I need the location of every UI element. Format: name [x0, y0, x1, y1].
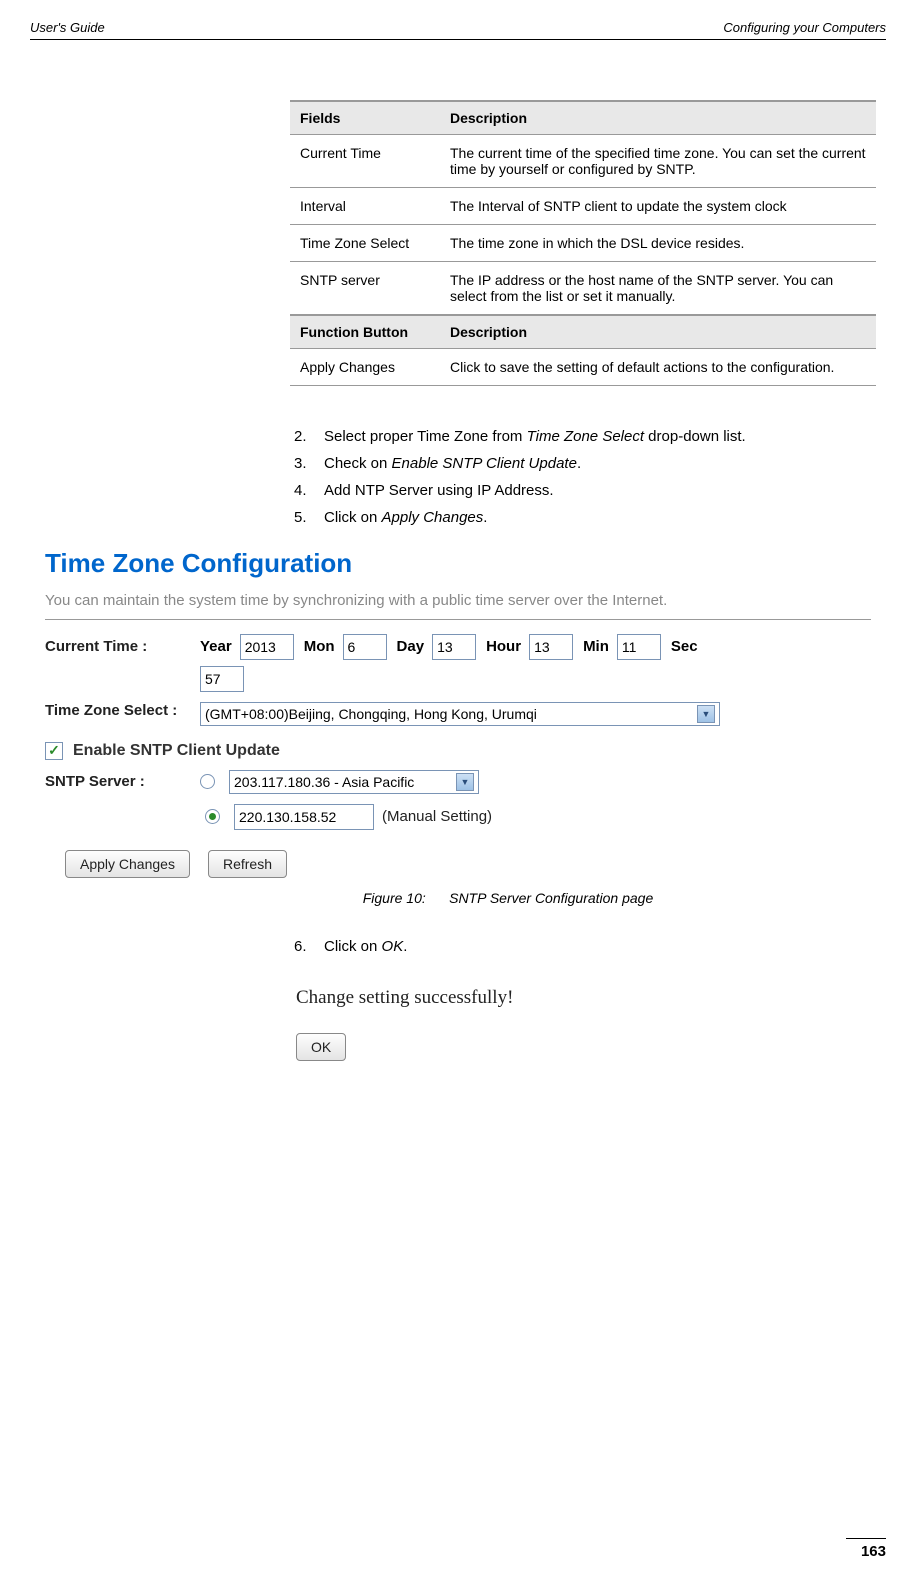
cell-field: Interval [290, 188, 440, 225]
ok-button[interactable]: OK [296, 1033, 346, 1061]
refresh-button[interactable]: Refresh [208, 850, 287, 878]
step-text: Select proper Time Zone from Time Zone S… [324, 426, 746, 447]
chevron-down-icon: ▼ [697, 705, 715, 723]
config-desc: You can maintain the system time by sync… [45, 591, 871, 611]
table-row: Apply Changes Click to save the setting … [290, 349, 876, 386]
sntp-server-select[interactable]: 203.117.180.36 - Asia Pacific ▼ [229, 770, 479, 794]
step-pre: Click on [324, 938, 382, 955]
config-title: Time Zone Configuration [45, 548, 871, 579]
step-6: 6. Click on OK. [290, 936, 876, 957]
page-header: User's Guide Configuring your Computers [30, 20, 886, 40]
steps-list: 2. Select proper Time Zone from Time Zon… [290, 426, 876, 528]
step-3: 3. Check on Enable SNTP Client Update. [290, 453, 876, 474]
header-left: User's Guide [30, 20, 105, 35]
step-em: OK [382, 938, 404, 955]
th-fields: Fields [290, 101, 440, 135]
step-pre: Check on [324, 455, 392, 472]
figure-text: SNTP Server Configuration page [449, 890, 653, 906]
step-pre: Click on [324, 509, 382, 526]
cell-desc: The time zone in which the DSL device re… [440, 225, 876, 262]
step-post: . [577, 455, 581, 472]
mon-label: Mon [304, 638, 335, 655]
step-2: 2. Select proper Time Zone from Time Zon… [290, 426, 876, 447]
step-post: . [403, 938, 407, 955]
step-em: Enable SNTP Client Update [392, 455, 577, 472]
timezone-value: (GMT+08:00)Beijing, Chongqing, Hong Kong… [205, 706, 537, 722]
day-input[interactable] [432, 634, 476, 660]
sntp-manual-row: (Manual Setting) [205, 804, 871, 830]
success-message: Change setting successfully! [296, 987, 876, 1009]
table-row: SNTP server The IP address or the host n… [290, 262, 876, 316]
sntp-manual-input[interactable] [234, 804, 374, 830]
step-post: drop-down list. [644, 428, 746, 445]
header-right: Configuring your Computers [723, 20, 886, 35]
min-label: Min [583, 638, 609, 655]
cell-field: Current Time [290, 135, 440, 188]
button-row: Apply Changes Refresh [65, 850, 871, 878]
step-post: . [483, 509, 487, 526]
config-screenshot: Time Zone Configuration You can maintain… [30, 538, 886, 916]
sntp-server-label: SNTP Server : [45, 773, 200, 791]
sntp-server-row: SNTP Server : 203.117.180.36 - Asia Paci… [45, 770, 871, 794]
step-num: 2. [290, 426, 324, 447]
cell-desc: Click to save the setting of default act… [440, 349, 876, 386]
step-5: 5. Click on Apply Changes. [290, 507, 876, 528]
day-label: Day [397, 638, 425, 655]
figure-label: Figure 10: [363, 890, 426, 906]
timezone-label: Time Zone Select : [45, 702, 200, 720]
step-em: Time Zone Select [527, 428, 644, 445]
fields-table: Fields Description Current Time The curr… [290, 100, 876, 386]
min-input[interactable] [617, 634, 661, 660]
hour-label: Hour [486, 638, 521, 655]
step-text: Check on Enable SNTP Client Update. [324, 453, 581, 474]
timezone-row: Time Zone Select : (GMT+08:00)Beijing, C… [45, 702, 871, 726]
enable-sntp-row[interactable]: ✓ Enable SNTP Client Update [45, 742, 871, 760]
table-row: Time Zone Select The time zone in which … [290, 225, 876, 262]
cell-field: SNTP server [290, 262, 440, 316]
ok-section: Change setting successfully! OK [296, 987, 876, 1061]
step-text: Add NTP Server using IP Address. [324, 480, 554, 501]
chevron-down-icon: ▼ [456, 773, 474, 791]
year-input[interactable] [240, 634, 294, 660]
cell-desc: The current time of the specified time z… [440, 135, 876, 188]
radio-list[interactable] [200, 774, 215, 789]
step-num: 6. [290, 936, 324, 957]
mon-input[interactable] [343, 634, 387, 660]
step-pre: Select proper Time Zone from [324, 428, 527, 445]
sec-label: Sec [671, 638, 698, 655]
radio-manual[interactable] [205, 809, 220, 824]
sec-row [45, 666, 871, 692]
enable-sntp-label: Enable SNTP Client Update [73, 742, 280, 760]
cell-field: Time Zone Select [290, 225, 440, 262]
current-time-label: Current Time : [45, 638, 200, 656]
th-description: Description [440, 101, 876, 135]
current-time-row: Current Time : Year Mon Day Hour Min Sec [45, 634, 871, 660]
cell-field: Apply Changes [290, 349, 440, 386]
apply-changes-button[interactable]: Apply Changes [65, 850, 190, 878]
sec-input[interactable] [200, 666, 244, 692]
step-num: 4. [290, 480, 324, 501]
step-em: Apply Changes [382, 509, 484, 526]
step-text: Click on Apply Changes. [324, 507, 487, 528]
year-label: Year [200, 638, 232, 655]
th-function-button: Function Button [290, 315, 440, 349]
sntp-server-value: 203.117.180.36 - Asia Pacific [234, 774, 414, 790]
divider [45, 619, 871, 620]
step-4: 4. Add NTP Server using IP Address. [290, 480, 876, 501]
th-description2: Description [440, 315, 876, 349]
cell-desc: The Interval of SNTP client to update th… [440, 188, 876, 225]
step-num: 5. [290, 507, 324, 528]
page-number: 163 [846, 1538, 886, 1560]
step-num: 3. [290, 453, 324, 474]
checkbox-icon: ✓ [45, 742, 63, 760]
cell-desc: The IP address or the host name of the S… [440, 262, 876, 316]
step-text: Click on OK. [324, 936, 407, 957]
manual-setting-label: (Manual Setting) [382, 808, 492, 825]
step-6-wrap: 6. Click on OK. [290, 936, 876, 957]
table-row: Interval The Interval of SNTP client to … [290, 188, 876, 225]
table-row: Current Time The current time of the spe… [290, 135, 876, 188]
timezone-select[interactable]: (GMT+08:00)Beijing, Chongqing, Hong Kong… [200, 702, 720, 726]
figure-caption: Figure 10: SNTP Server Configuration pag… [45, 890, 871, 906]
hour-input[interactable] [529, 634, 573, 660]
